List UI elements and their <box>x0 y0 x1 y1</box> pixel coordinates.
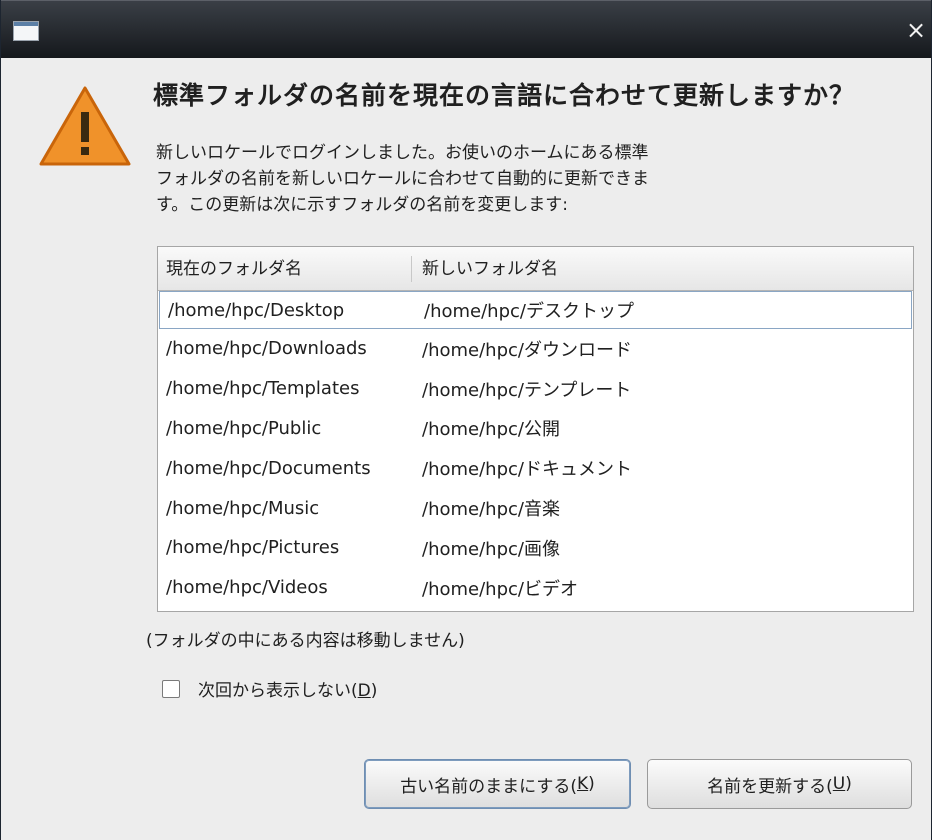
current-folder-name: /home/hpc/Documents <box>166 457 371 479</box>
column-header-new[interactable]: 新しいフォルダ名 <box>412 247 913 290</box>
table-header: 現在のフォルダ名 新しいフォルダ名 <box>158 247 913 291</box>
new-folder-name: /home/hpc/公開 <box>422 419 560 441</box>
new-folder-name: /home/hpc/ビデオ <box>422 578 578 600</box>
current-folder-name: /home/hpc/Videos <box>166 577 328 599</box>
current-folder-name: /home/hpc/Pictures <box>166 537 340 559</box>
update-names-button[interactable]: 名前を更新する(U) <box>647 759 912 809</box>
table-row[interactable]: /home/hpc/Music /home/hpc/音楽 <box>158 488 913 528</box>
table-row[interactable]: /home/hpc/Templates /home/hpc/テンプレート <box>158 369 913 409</box>
new-folder-name: /home/hpc/音楽 <box>422 499 560 521</box>
table-row[interactable]: /home/hpc/Documents /home/hpc/ドキュメント <box>158 448 913 488</box>
table-row[interactable]: /home/hpc/Public /home/hpc/公開 <box>158 409 913 449</box>
new-folder-name: /home/hpc/ダウンロード <box>422 339 632 361</box>
current-folder-name: /home/hpc/Templates <box>166 378 360 400</box>
table-row[interactable]: /home/hpc/Desktop /home/hpc/デスクトップ <box>159 291 912 329</box>
dont-show-again-option[interactable]: 次回から表示しない(D) <box>162 676 377 701</box>
move-contents-note: (フォルダの中にある内容は移動しません) <box>146 631 465 651</box>
new-folder-name: /home/hpc/画像 <box>422 538 560 560</box>
window-icon[interactable] <box>13 21 39 41</box>
table-row[interactable]: /home/hpc/Videos /home/hpc/ビデオ <box>158 568 913 608</box>
current-folder-name: /home/hpc/Desktop <box>168 299 345 321</box>
current-folder-name: /home/hpc/Downloads <box>166 338 367 360</box>
mnemonic-d: D <box>357 681 371 701</box>
table-row[interactable]: /home/hpc/Pictures /home/hpc/画像 <box>158 528 913 568</box>
close-icon[interactable]: × <box>903 17 929 43</box>
mnemonic-u: U <box>832 774 846 794</box>
mnemonic-k: K <box>577 774 589 794</box>
dialog-heading: 標準フォルダの名前を現在の言語に合わせて更新しますか？ <box>153 81 856 110</box>
new-folder-name: /home/hpc/デスクトップ <box>424 301 634 322</box>
title-bar[interactable]: × <box>1 0 931 58</box>
table-row[interactable]: /home/hpc/Downloads /home/hpc/ダウンロード <box>158 329 913 369</box>
new-folder-name: /home/hpc/ドキュメント <box>422 459 632 481</box>
dont-show-again-checkbox[interactable] <box>162 679 180 698</box>
folder-rename-table[interactable]: 現在のフォルダ名 新しいフォルダ名 /home/hpc/Desktop /hom… <box>157 246 914 612</box>
keep-old-names-button[interactable]: 古い名前のままにする(K) <box>364 759 631 809</box>
current-folder-name: /home/hpc/Music <box>166 497 320 519</box>
dialog-window: × 標準フォルダの名前を現在の言語に合わせて更新しますか？ 新しいロケールでログ… <box>0 0 932 840</box>
warning-icon <box>39 86 131 166</box>
column-header-current[interactable]: 現在のフォルダ名 <box>158 256 412 282</box>
new-folder-name: /home/hpc/テンプレート <box>422 379 632 401</box>
dialog-description: 新しいロケールでログインしました。お使いのホームにある標準 フォルダの名前を新し… <box>156 143 649 215</box>
dont-show-again-label[interactable]: 次回から表示しない(D) <box>198 676 377 701</box>
current-folder-name: /home/hpc/Public <box>166 417 322 439</box>
